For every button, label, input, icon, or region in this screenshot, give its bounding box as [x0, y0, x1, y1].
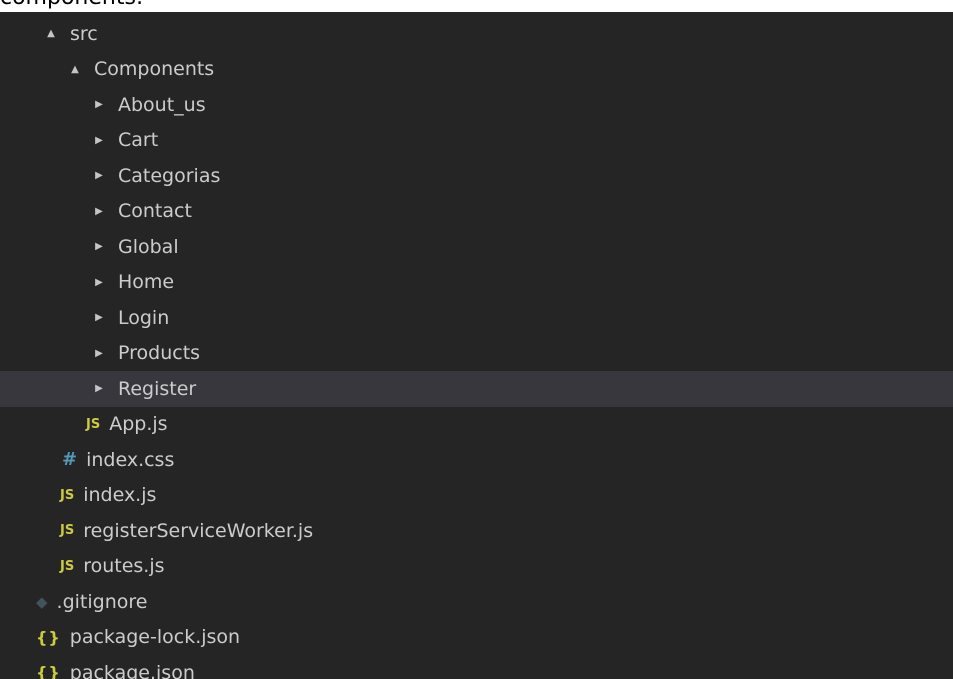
file-item-routes-js[interactable]: JS routes.js [0, 549, 953, 585]
folder-item-register[interactable]: ▶ Register [0, 371, 953, 407]
chevron-collapsed-icon[interactable]: ▶ [92, 348, 106, 359]
file-explorer-tree: ▲ src ▲ Components ▶ About_us ▶ Cart ▶ Categorias… [0, 12, 953, 679]
tree-item-label: Products [118, 342, 201, 365]
file-item-app-js[interactable]: JS App.js [0, 407, 953, 443]
json-file-icon: {} [36, 627, 61, 647]
js-file-icon: JS [60, 523, 75, 539]
tree-item-label: .gitignore [56, 590, 148, 613]
folder-item-global[interactable]: ▶ Global [0, 229, 953, 265]
tree-item-label: src [70, 22, 98, 45]
tree-item-label: Cart [118, 129, 159, 152]
folder-item-about-us[interactable]: ▶ About_us [0, 87, 953, 123]
chevron-expanded-icon[interactable]: ▲ [68, 64, 82, 75]
folder-item-components[interactable]: ▲ Components [0, 52, 953, 88]
file-item-index-css[interactable]: # index.css [0, 442, 953, 478]
js-file-icon: JS [60, 558, 75, 574]
chevron-collapsed-icon[interactable]: ▶ [92, 312, 106, 323]
tree-item-label: Categorias [118, 164, 221, 187]
chevron-expanded-icon[interactable]: ▲ [44, 28, 58, 39]
chevron-collapsed-icon[interactable]: ▶ [92, 206, 106, 217]
tree-item-label: Home [118, 271, 175, 294]
js-file-icon: JS [86, 416, 101, 432]
caption-strip: components: [0, 0, 953, 12]
folder-item-src[interactable]: ▲ src [0, 16, 953, 52]
tree-item-label: routes.js [83, 555, 165, 578]
json-file-icon: {} [36, 663, 61, 679]
git-file-icon: ◆ [36, 592, 48, 611]
chevron-collapsed-icon[interactable]: ▶ [92, 99, 106, 110]
chevron-collapsed-icon[interactable]: ▶ [92, 241, 106, 252]
folder-item-contact[interactable]: ▶ Contact [0, 194, 953, 230]
file-item-index-js[interactable]: JS index.js [0, 478, 953, 514]
tree-item-label: Register [118, 377, 197, 400]
folder-item-cart[interactable]: ▶ Cart [0, 123, 953, 159]
tree-item-label: registerServiceWorker.js [83, 519, 314, 542]
tree-item-label: Components [94, 58, 215, 81]
chevron-collapsed-icon[interactable]: ▶ [92, 170, 106, 181]
chevron-collapsed-icon[interactable]: ▶ [92, 135, 106, 146]
tree-item-label: package.json [69, 661, 195, 679]
tree-item-label: About_us [118, 93, 206, 116]
tree-item-label: index.js [83, 484, 157, 507]
folder-item-home[interactable]: ▶ Home [0, 265, 953, 301]
file-item-package-json[interactable]: {} package.json [0, 655, 953, 679]
chevron-collapsed-icon[interactable]: ▶ [92, 277, 106, 288]
tree-item-label: Login [118, 306, 170, 329]
css-file-icon: # [62, 449, 78, 471]
tree-item-label: index.css [86, 448, 175, 471]
tree-item-label: package-lock.json [69, 626, 241, 649]
js-file-icon: JS [60, 487, 75, 503]
chevron-collapsed-icon[interactable]: ▶ [92, 383, 106, 394]
folder-item-categorias[interactable]: ▶ Categorias [0, 158, 953, 194]
caption-text: components: [0, 0, 143, 9]
folder-item-login[interactable]: ▶ Login [0, 300, 953, 336]
file-item-package-lock-json[interactable]: {} package-lock.json [0, 620, 953, 656]
file-item-registerserviceworker-js[interactable]: JS registerServiceWorker.js [0, 513, 953, 549]
folder-item-products[interactable]: ▶ Products [0, 336, 953, 372]
tree-item-label: App.js [109, 413, 168, 436]
tree-item-label: Global [118, 235, 179, 258]
tree-item-label: Contact [118, 200, 192, 223]
file-item-gitignore[interactable]: ◆ .gitignore [0, 584, 953, 620]
